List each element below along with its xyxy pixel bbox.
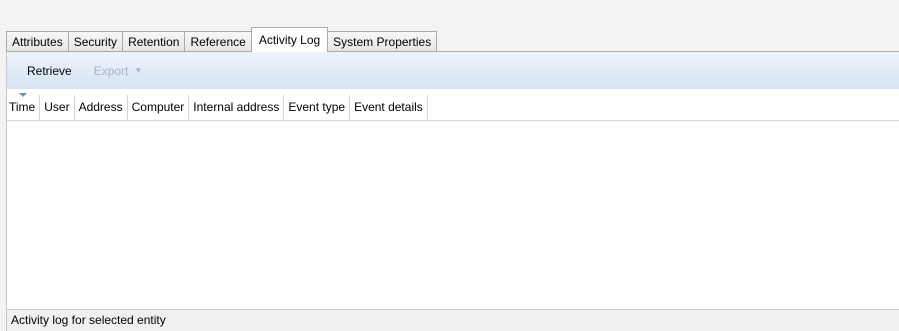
column-header-label: Computer <box>131 100 185 114</box>
retrieve-button[interactable]: Retrieve <box>27 64 72 78</box>
export-dropdown-arrow-icon[interactable]: ▼ <box>134 66 142 75</box>
tab-security[interactable]: Security <box>67 31 123 51</box>
activity-log-panel: Retrieve Export ▼ Time User Address Comp… <box>6 51 899 331</box>
tab-strip: Attributes Security Retention Reference … <box>6 27 893 52</box>
tab-retention[interactable]: Retention <box>122 31 185 51</box>
toolbar: Retrieve Export ▼ <box>7 52 899 89</box>
column-header-user[interactable]: User <box>40 95 75 120</box>
column-header-label: Address <box>78 100 123 114</box>
tab-activity-log[interactable]: Activity Log <box>250 27 329 52</box>
status-text: Activity log for selected entity <box>11 313 166 327</box>
activity-log-window: Attributes Security Retention Reference … <box>0 0 899 331</box>
column-header-label: Event details <box>354 100 423 114</box>
sort-descending-icon <box>19 93 28 97</box>
column-header-time[interactable]: Time <box>7 93 41 120</box>
column-header-computer[interactable]: Computer <box>128 95 190 120</box>
status-bar: Activity log for selected entity <box>7 309 899 331</box>
tab-system-properties[interactable]: System Properties <box>328 31 438 51</box>
column-header-label: User <box>44 100 70 114</box>
column-header-event-type[interactable]: Event type <box>284 95 351 120</box>
tab-attributes[interactable]: Attributes <box>6 31 68 51</box>
column-header-internal-address[interactable]: Internal address <box>189 95 285 120</box>
column-header-label: Internal address <box>193 100 280 114</box>
column-header-event-details[interactable]: Event details <box>350 95 428 120</box>
column-header-address[interactable]: Address <box>75 95 128 120</box>
tab-reference[interactable]: Reference <box>184 31 251 51</box>
grid-header: Time User Address Computer Internal addr… <box>7 93 899 121</box>
export-button[interactable]: Export <box>94 64 129 78</box>
column-header-label: Time <box>9 100 36 114</box>
activity-log-grid-body[interactable] <box>7 121 899 309</box>
column-header-label: Event type <box>288 100 346 114</box>
